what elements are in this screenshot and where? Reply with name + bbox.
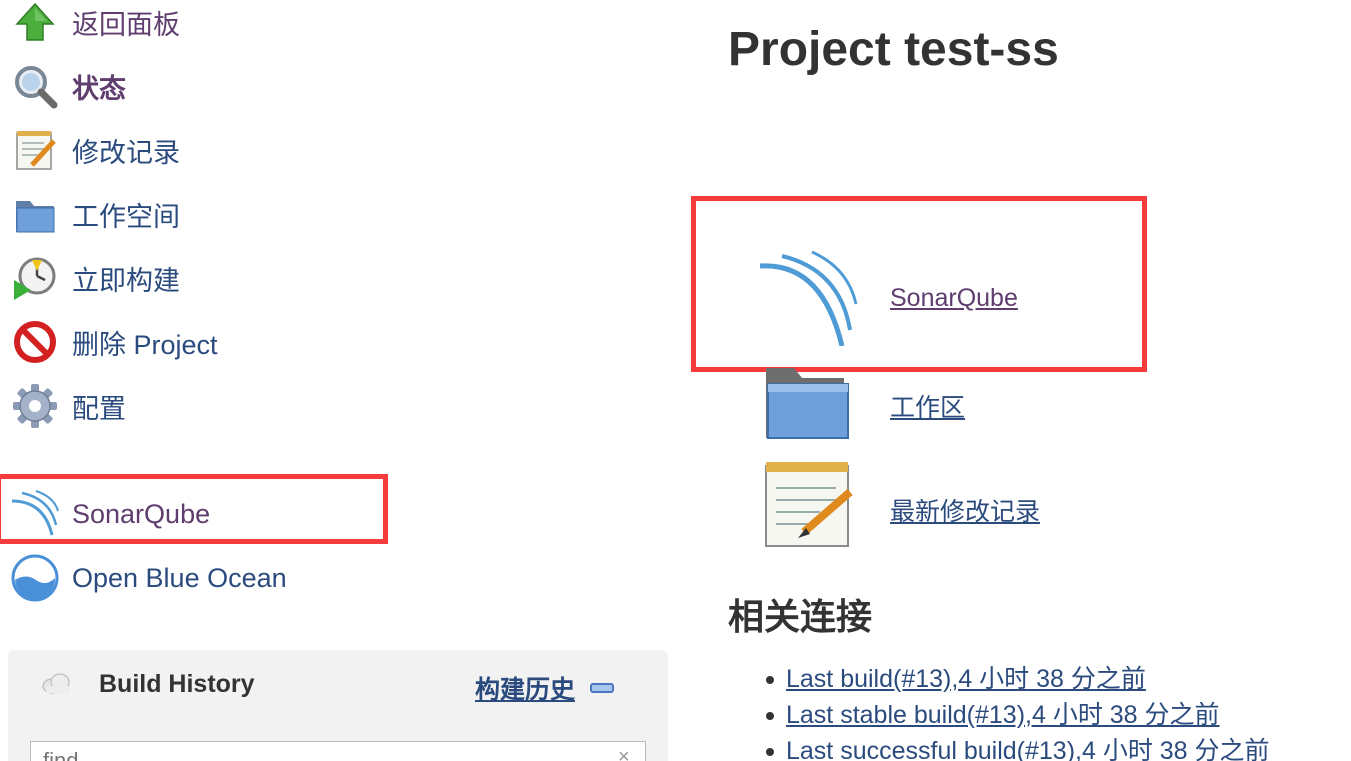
sidebar-item-label[interactable]: 配置 (72, 387, 126, 426)
sidebar-item-label[interactable]: 删除 Project (72, 323, 218, 362)
up-arrow-icon (10, 0, 60, 47)
build-trend-link[interactable]: 构建历史 (475, 670, 575, 706)
sonarqube-link[interactable]: SonarQube (890, 284, 1018, 313)
sidebar-item-workspace[interactable]: 工作空间 (0, 186, 400, 242)
folder-icon[interactable] (758, 362, 858, 452)
sidebar-item-build-now[interactable]: 立即构建 (0, 250, 400, 306)
sidebar-item-back-to-dashboard[interactable]: 返回面板 (0, 0, 400, 50)
notepad-icon[interactable] (758, 458, 858, 548)
build-history-panel: Build History 构建历史 × (8, 650, 668, 761)
build-history-search-input[interactable] (30, 741, 646, 761)
notepad-icon (10, 125, 60, 175)
list-item: Last successful build(#13),4 小时 38 分之前 (766, 734, 1270, 761)
workspace-link[interactable]: 工作区 (890, 388, 965, 424)
last-successful-build-link[interactable]: Last successful build(#13),4 小时 38 分之前 (786, 737, 1270, 761)
sidebar-item-label[interactable]: Open Blue Ocean (72, 563, 287, 594)
sidebar-item-status[interactable]: 状态 (0, 58, 400, 114)
sonarqube-icon[interactable] (758, 246, 858, 347)
last-build-link[interactable]: Last build(#13),4 小时 38 分之前 (786, 665, 1146, 693)
list-item: Last build(#13),4 小时 38 分之前 (766, 662, 1270, 698)
sidebar-item-configure[interactable]: 配置 (0, 378, 400, 434)
page-title: Project test-ss (728, 23, 1059, 76)
sidebar-item-label[interactable]: 修改记录 (72, 131, 180, 170)
sidebar-item-label[interactable]: 立即构建 (72, 259, 180, 298)
recent-changes-link[interactable]: 最新修改记录 (890, 492, 1040, 528)
sidebar-item-open-blue-ocean[interactable]: Open Blue Ocean (0, 550, 400, 606)
blue-ocean-icon (10, 553, 60, 603)
sidebar-item-delete-project[interactable]: 删除 Project (0, 314, 400, 370)
collapse-minus-icon[interactable] (590, 683, 614, 693)
folder-icon (10, 189, 60, 239)
list-item: Last stable build(#13),4 小时 38 分之前 (766, 698, 1270, 734)
sidebar-item-label[interactable]: 工作空间 (72, 195, 180, 234)
gear-icon (10, 381, 60, 431)
sidebar-item-changes[interactable]: 修改记录 (0, 122, 400, 178)
search-magnifier-icon (10, 61, 60, 111)
last-stable-build-link[interactable]: Last stable build(#13),4 小时 38 分之前 (786, 701, 1220, 729)
permalinks-heading: 相关连接 (728, 596, 873, 637)
sidebar-item-label[interactable]: 状态 (72, 67, 126, 106)
no-entry-icon (10, 317, 60, 367)
permalinks-list: Last build(#13),4 小时 38 分之前 Last stable … (766, 662, 1270, 761)
sidebar-sonarqube-highlight (0, 474, 388, 544)
sidebar-item-label[interactable]: 返回面板 (72, 3, 180, 42)
build-clock-icon (10, 253, 60, 303)
weather-cloud-icon (40, 672, 74, 699)
clear-search-icon[interactable]: × (618, 746, 630, 761)
build-history-title: Build History (99, 670, 255, 698)
